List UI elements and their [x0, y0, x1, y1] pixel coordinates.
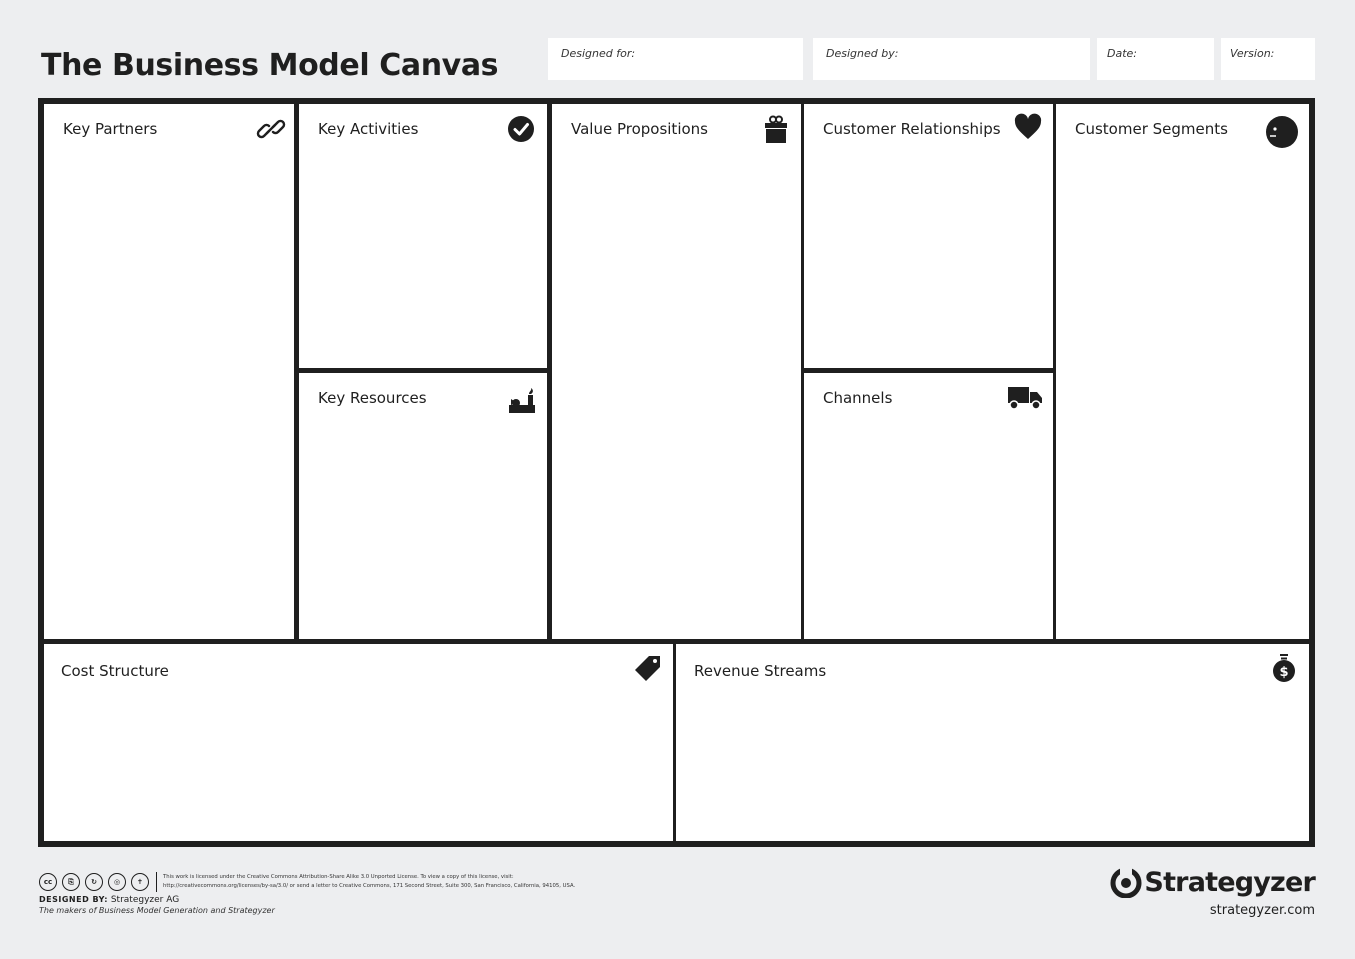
license-text: This work is licensed under the Creative…	[163, 873, 575, 891]
customer-relationships-label: Customer Relationships	[823, 120, 1001, 138]
channels-label: Channels	[823, 389, 893, 407]
cc-remix-icon: ⎘	[62, 873, 80, 891]
cost-structure-block[interactable]: Cost Structure	[44, 644, 673, 841]
license-line-2[interactable]: http://creativecommons.org/licenses/by-s…	[163, 882, 575, 891]
key-partners-label: Key Partners	[63, 120, 158, 138]
value-propositions-label: Value Propositions	[571, 120, 708, 138]
factory-icon	[507, 385, 537, 415]
customer-relationships-block[interactable]: Customer Relationships	[804, 104, 1053, 368]
truck-icon	[1007, 381, 1043, 411]
strategyzer-logo-text: Strategyzer	[1144, 866, 1315, 898]
makers-tagline: The makers of Business Model Generation …	[39, 906, 275, 915]
key-resources-block[interactable]: Key Resources	[299, 373, 547, 639]
face-icon	[1265, 115, 1299, 149]
license-line-1: This work is licensed under the Creative…	[163, 874, 514, 880]
business-model-canvas: Key Partners Key Activities Key Resource…	[38, 98, 1315, 847]
customer-segments-block[interactable]: Customer Segments	[1056, 104, 1309, 639]
cc-divider	[156, 872, 157, 892]
date-field[interactable]: Date:	[1097, 38, 1214, 80]
key-activities-label: Key Activities	[318, 120, 419, 138]
designed-by-field[interactable]: Designed by:	[813, 38, 1090, 80]
cc-icon: cc	[39, 873, 57, 891]
page-title: The Business Model Canvas	[41, 48, 499, 83]
check-circle-icon	[506, 114, 536, 144]
customer-segments-label: Customer Segments	[1075, 120, 1228, 138]
heart-icon	[1013, 112, 1043, 142]
designed-by-label: Designed by:	[826, 47, 899, 60]
svg-text:$: $	[1279, 665, 1288, 680]
value-propositions-block[interactable]: Value Propositions	[552, 104, 801, 639]
designed-by-credit-label: DESIGNED BY:	[39, 895, 108, 904]
strategyzer-logo[interactable]: Strategyzer	[1110, 866, 1316, 898]
gift-icon	[761, 115, 791, 145]
price-tag-icon	[633, 654, 663, 684]
license-footer: cc ⎘ ↻ ◎ ✝ This work is licensed under t…	[39, 872, 575, 915]
version-field[interactable]: Version:	[1221, 38, 1315, 80]
key-activities-block[interactable]: Key Activities	[299, 104, 547, 368]
strategyzer-logo-icon	[1110, 867, 1142, 898]
date-label: Date:	[1107, 47, 1137, 60]
designed-by-credit-value: Strategyzer AG	[110, 895, 180, 905]
revenue-streams-label: Revenue Streams	[694, 662, 827, 680]
money-bag-icon: $	[1269, 653, 1299, 683]
cost-structure-label: Cost Structure	[61, 662, 169, 680]
version-label: Version:	[1230, 47, 1275, 60]
cc-share-icon: ↻	[85, 873, 103, 891]
cc-attribution-icon: ✝	[131, 873, 149, 891]
key-resources-label: Key Resources	[318, 389, 427, 407]
designed-for-label: Designed for:	[561, 47, 636, 60]
designed-for-field[interactable]: Designed for:	[548, 38, 803, 80]
key-partners-block[interactable]: Key Partners	[44, 104, 294, 639]
channels-block[interactable]: Channels	[804, 373, 1053, 639]
cc-noncommercial-icon: ◎	[108, 873, 126, 891]
designed-by-credit: DESIGNED BY: Strategyzer AG	[39, 895, 575, 905]
strategyzer-url[interactable]: strategyzer.com	[1210, 903, 1315, 918]
link-icon	[256, 114, 286, 144]
revenue-streams-block[interactable]: Revenue Streams $	[676, 644, 1309, 841]
